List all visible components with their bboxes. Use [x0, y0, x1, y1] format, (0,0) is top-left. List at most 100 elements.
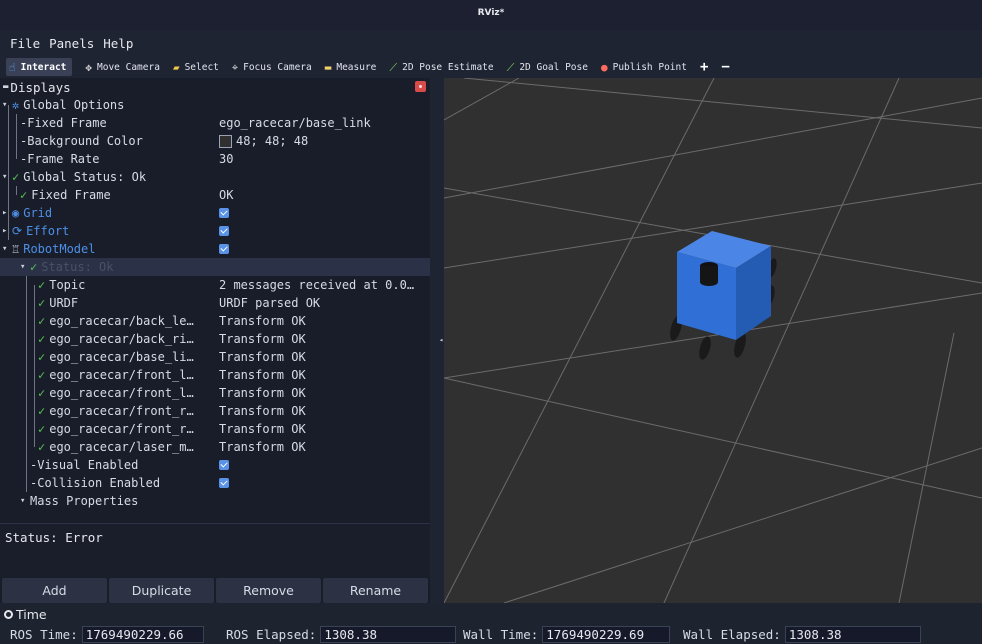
background-color-value[interactable]: 48; 48; 48	[236, 134, 308, 148]
collapse-arrow-icon[interactable]: ◂	[439, 336, 443, 344]
tree-row-transform[interactable]: ✓ ego_racecar/front_r… Transform OK	[0, 402, 430, 420]
displays-title: Displays	[10, 79, 71, 95]
expand-arrow-icon[interactable]: ▾	[20, 496, 25, 506]
checkmark-icon: ✓	[38, 350, 46, 364]
checkmark-icon: ✓	[38, 332, 46, 346]
tree-row-status-ok[interactable]: ▾ ✓ Status: Ok	[0, 258, 430, 276]
collision-enabled-checkbox[interactable]	[219, 478, 229, 488]
rename-button[interactable]: Rename	[323, 578, 428, 603]
tree-row-grid[interactable]: ▸ ◉ Grid	[0, 204, 430, 222]
select-tool[interactable]: ▰ Select	[173, 58, 219, 76]
tree-label: ego_racecar/front_l…	[49, 368, 194, 382]
tree-row-fixed-frame[interactable]: - Fixed Frame ego_racecar/base_link	[0, 114, 430, 132]
wall-elapsed-value: 1308.38	[784, 626, 921, 643]
move-camera-tool[interactable]: ✥ Move Camera	[85, 58, 160, 76]
interact-tool[interactable]: ☝ Interact	[6, 58, 73, 76]
duplicate-button[interactable]: Duplicate	[109, 578, 214, 603]
add-button[interactable]: Add	[2, 578, 107, 603]
remove-button[interactable]: Remove	[216, 578, 321, 603]
color-swatch[interactable]	[219, 134, 232, 148]
window-title: RViz*	[477, 8, 505, 18]
select-tool-label: Select	[184, 61, 219, 73]
tree-label: ego_racecar/laser_m…	[49, 440, 194, 454]
wall-time-label: Wall Time:	[463, 627, 539, 642]
tree-row-transform[interactable]: ✓ ego_racecar/laser_m… Transform OK	[0, 438, 430, 456]
checkmark-icon: ✓	[38, 278, 46, 292]
expand-arrow-icon[interactable]: ▾	[2, 244, 7, 254]
expand-arrow-icon[interactable]: ▾	[2, 172, 7, 182]
tree-label: URDF	[49, 296, 79, 310]
status-value: URDF parsed OK	[219, 296, 321, 310]
ros-elapsed-field: ROS Elapsed: 1308.38	[226, 625, 457, 644]
3d-scene[interactable]	[444, 78, 982, 603]
add-tool-button[interactable]: +	[700, 59, 708, 75]
tree-row-global-status[interactable]: ▾ ✓ Global Status: Ok	[0, 168, 430, 186]
tree-row-transform[interactable]: ✓ ego_racecar/front_r… Transform OK	[0, 420, 430, 438]
checkmark-icon: ✓	[38, 440, 46, 454]
tree-row-topic[interactable]: ✓ Topic 2 messages received at 0.0…	[0, 276, 430, 294]
expand-arrow-icon[interactable]: ▸	[2, 208, 7, 218]
tree-row-global-options[interactable]: ▾ ✲ Global Options	[0, 96, 430, 114]
move-camera-icon: ✥	[85, 60, 93, 74]
expand-arrow-icon[interactable]: ▸	[2, 226, 7, 236]
title-bar: RViz*	[0, 0, 982, 30]
pose-estimate-tool[interactable]: ⟋ 2D Pose Estimate	[389, 58, 493, 76]
tree-row-transform[interactable]: ✓ ego_racecar/back_ri… Transform OK	[0, 330, 430, 348]
menu-help[interactable]: Help	[103, 36, 133, 51]
goal-pose-tool-label: 2D Goal Pose	[519, 61, 588, 73]
tree-row-transform[interactable]: ✓ ego_racecar/front_l… Transform OK	[0, 384, 430, 402]
tree-row-urdf[interactable]: ✓ URDF URDF parsed OK	[0, 294, 430, 312]
time-panel-header: Time	[0, 603, 982, 625]
select-icon: ▰	[172, 60, 180, 74]
remove-tool-button[interactable]: −	[721, 59, 729, 75]
fixed-frame-value[interactable]: ego_racecar/base_link	[219, 116, 371, 130]
display-tree: ▾ ✲ Global Options - Fixed Frame ego_racec…	[0, 96, 430, 523]
tree-label: ego_racecar/back_le…	[49, 314, 194, 328]
status-value: Transform OK	[219, 350, 306, 364]
visual-enabled-checkbox[interactable]	[219, 460, 229, 470]
tree-row-background-color[interactable]: - Background Color 48; 48; 48	[0, 132, 430, 150]
checkmark-icon: ✓	[20, 188, 28, 202]
status-value: Transform OK	[219, 332, 306, 346]
tree-row-transform[interactable]: ✓ ego_racecar/base_li… Transform OK	[0, 348, 430, 366]
robot-model-checkbox[interactable]	[219, 244, 229, 254]
effort-checkbox[interactable]	[219, 226, 229, 236]
tree-row-frame-rate[interactable]: - Frame Rate 30	[0, 150, 430, 168]
tree-row-transform[interactable]: ✓ ego_racecar/front_l… Transform OK	[0, 366, 430, 384]
tree-row-effort[interactable]: ▸ ⟳ Effort	[0, 222, 430, 240]
ros-elapsed-label: ROS Elapsed:	[226, 627, 317, 642]
menu-panels[interactable]: Panels	[49, 36, 94, 51]
tree-row-fixed-frame-status[interactable]: ✓ Fixed Frame OK	[0, 186, 430, 204]
tree-row-visual-enabled[interactable]: - Visual Enabled	[0, 456, 430, 474]
tree-row-robot-model[interactable]: ▾ ♖ RobotModel	[0, 240, 430, 258]
goal-pose-tool[interactable]: ⟋ 2D Goal Pose	[507, 58, 588, 76]
wall-elapsed-field: Wall Elapsed: 1308.38	[683, 625, 921, 644]
tree-row-mass-properties[interactable]: ▾ Mass Properties	[0, 492, 430, 510]
time-panel: ROS Time: 1769490229.66 ROS Elapsed: 130…	[0, 625, 982, 644]
panel-splitter[interactable]: ◂	[430, 78, 444, 603]
wall-time-value: 1769490229.69	[542, 626, 671, 643]
ros-elapsed-value: 1308.38	[320, 626, 457, 643]
publish-point-tool[interactable]: ● Publish Point	[601, 58, 687, 76]
3d-viewport[interactable]	[444, 78, 982, 603]
tree-label: ego_racecar/front_r…	[49, 422, 194, 436]
focus-camera-tool[interactable]: ⌖ Focus Camera	[232, 58, 312, 76]
checkmark-icon: ✓	[38, 296, 46, 310]
checkmark-icon: ✓	[38, 422, 46, 436]
publish-point-tool-label: Publish Point	[612, 61, 687, 73]
tree-row-collision-enabled[interactable]: - Collision Enabled	[0, 474, 430, 492]
expand-arrow-icon[interactable]: ▾	[20, 262, 25, 272]
frame-rate-value[interactable]: 30	[219, 152, 233, 166]
measure-tool[interactable]: ▬ Measure	[325, 58, 377, 76]
focus-camera-icon: ⌖	[231, 60, 239, 74]
menu-file[interactable]: File	[10, 36, 40, 51]
status-value: Transform OK	[219, 404, 306, 418]
tree-label: Collision Enabled	[37, 476, 161, 490]
tree-row-transform[interactable]: ✓ ego_racecar/back_le… Transform OK	[0, 312, 430, 330]
tree-label: Frame Rate	[27, 152, 100, 166]
grid-checkbox[interactable]	[219, 208, 229, 218]
pose-estimate-tool-label: 2D Pose Estimate	[402, 61, 494, 73]
scene-background	[444, 78, 982, 603]
expand-arrow-icon[interactable]: ▾	[2, 100, 7, 110]
close-panel-icon[interactable]	[415, 81, 426, 92]
